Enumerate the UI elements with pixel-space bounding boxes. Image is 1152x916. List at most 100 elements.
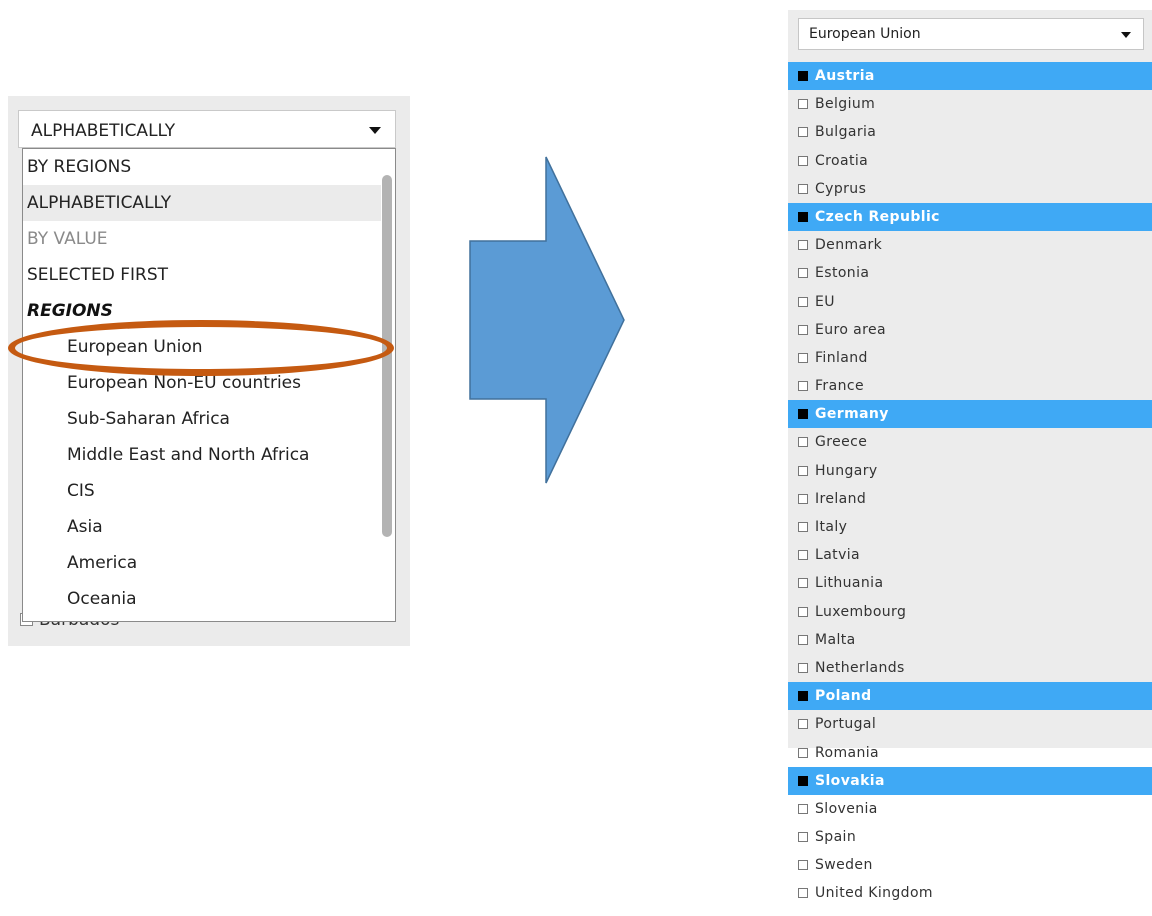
dropdown-option[interactable]: America: [23, 545, 381, 581]
country-item[interactable]: Euro area: [788, 316, 1152, 344]
country-label: Bulgaria: [815, 124, 877, 141]
dropdown-group-header: REGIONS: [27, 301, 113, 321]
dropdown-option[interactable]: SELECTED FIRST: [23, 257, 381, 293]
country-label: Cyprus: [815, 180, 867, 197]
checkbox-icon[interactable]: [798, 634, 808, 645]
country-item[interactable]: Slovakia: [788, 766, 1152, 795]
dropdown-option[interactable]: BY REGIONS: [23, 149, 381, 185]
dropdown-scrollbar[interactable]: [381, 149, 395, 621]
dropdown-option[interactable]: CIS: [23, 473, 381, 509]
dropdown-option[interactable]: ALPHABETICALLY: [23, 185, 381, 221]
country-list: Austria Belgium Bulgaria Croatia Cyprus Czech…: [788, 62, 1152, 908]
checkbox-icon[interactable]: [798, 437, 808, 448]
country-item[interactable]: Lithuania: [788, 569, 1152, 597]
country-item[interactable]: Poland: [788, 682, 1152, 711]
country-label: Spain: [815, 829, 857, 846]
checkbox-icon[interactable]: [798, 606, 808, 617]
sort-mode-value: ALPHABETICALLY: [31, 121, 176, 141]
dropdown-option[interactable]: Sub-Saharan Africa: [23, 401, 381, 437]
checkbox-icon[interactable]: [798, 522, 808, 532]
dropdown-option[interactable]: European Non-EU countries: [23, 365, 381, 401]
checkbox-icon[interactable]: [798, 578, 808, 589]
dropdown-option[interactable]: BY VALUE: [23, 221, 381, 257]
checkbox-icon[interactable]: [798, 747, 808, 758]
country-label: EU: [815, 293, 835, 310]
country-label: Hungary: [815, 462, 878, 479]
country-item[interactable]: Slovenia: [788, 795, 1152, 823]
sort-mode-select[interactable]: ALPHABETICALLY: [18, 110, 396, 148]
country-label: Romania: [815, 744, 880, 761]
country-item[interactable]: United Kingdom: [788, 879, 1152, 907]
country-item[interactable]: Latvia: [788, 541, 1152, 569]
checkbox-icon[interactable]: [798, 550, 808, 561]
country-item[interactable]: Portugal: [788, 710, 1152, 738]
country-label: Austria: [815, 68, 875, 84]
checkbox-checked-icon[interactable]: [798, 691, 808, 702]
country-item[interactable]: Germany: [788, 400, 1152, 429]
country-item[interactable]: Czech Republic: [788, 202, 1152, 232]
scrollbar-thumb[interactable]: [382, 175, 392, 537]
country-label: Denmark: [815, 237, 883, 254]
dropdown-option[interactable]: Middle East and North Africa: [23, 437, 381, 473]
country-label: Luxembourg: [815, 603, 907, 620]
checkbox-checked-icon[interactable]: [798, 211, 808, 222]
checkbox-icon[interactable]: [798, 662, 808, 673]
checkbox-icon[interactable]: [798, 465, 808, 476]
country-label: Poland: [815, 688, 872, 705]
country-label: Germany: [815, 406, 889, 423]
country-item[interactable]: Hungary: [788, 457, 1152, 485]
region-select[interactable]: European Union: [798, 18, 1144, 50]
country-item[interactable]: Austria: [788, 62, 1152, 91]
country-item[interactable]: Belgium: [788, 90, 1152, 118]
country-label: Malta: [815, 631, 856, 648]
country-label: Croatia: [815, 152, 869, 169]
checkbox-icon[interactable]: [798, 324, 808, 335]
country-item[interactable]: Finland: [788, 344, 1152, 372]
checkbox-checked-icon[interactable]: [798, 71, 808, 81]
dropdown-option[interactable]: European Union: [23, 329, 381, 365]
checkbox-checked-icon[interactable]: [798, 775, 808, 786]
country-item[interactable]: Malta: [788, 626, 1152, 654]
country-item[interactable]: Sweden: [788, 851, 1152, 879]
checkbox-icon[interactable]: [798, 240, 808, 251]
country-label: Lithuania: [815, 575, 884, 592]
checkbox-checked-icon[interactable]: [798, 409, 808, 420]
dropdown-option[interactable]: Oceania: [23, 581, 381, 617]
country-item[interactable]: France: [788, 372, 1152, 400]
country-item[interactable]: Netherlands: [788, 654, 1152, 682]
country-item[interactable]: Spain: [788, 823, 1152, 851]
checkbox-icon[interactable]: [798, 127, 808, 138]
country-item[interactable]: Cyprus: [788, 175, 1152, 203]
country-item[interactable]: Bulgaria: [788, 118, 1152, 146]
checkbox-icon[interactable]: [798, 493, 808, 504]
country-item[interactable]: Denmark: [788, 231, 1152, 259]
checkbox-icon[interactable]: [798, 860, 808, 871]
country-item[interactable]: Luxembourg: [788, 598, 1152, 626]
country-item[interactable]: Estonia: [788, 259, 1152, 287]
checkbox-icon[interactable]: [798, 155, 808, 166]
country-item[interactable]: Italy: [788, 513, 1152, 541]
country-label: Czech Republic: [815, 208, 940, 225]
checkbox-icon[interactable]: [798, 352, 808, 363]
country-label: France: [815, 378, 864, 395]
country-label: Estonia: [815, 265, 870, 282]
country-item[interactable]: Croatia: [788, 147, 1152, 175]
checkbox-icon[interactable]: [798, 381, 808, 392]
country-item[interactable]: EU: [788, 288, 1152, 316]
checkbox-icon[interactable]: [798, 719, 808, 730]
country-label: Euro area: [815, 321, 887, 338]
country-item[interactable]: Greece: [788, 428, 1152, 456]
checkbox-icon[interactable]: [798, 803, 808, 814]
chevron-down-icon[interactable]: [1121, 32, 1131, 38]
checkbox-icon[interactable]: [798, 832, 808, 843]
checkbox-icon[interactable]: [798, 268, 808, 279]
checkbox-icon[interactable]: [798, 296, 808, 307]
checkbox-icon[interactable]: [798, 183, 808, 194]
checkbox-icon[interactable]: [798, 888, 808, 899]
country-label: Italy: [815, 519, 848, 535]
checkbox-icon[interactable]: [798, 99, 808, 110]
country-item[interactable]: Romania: [788, 739, 1152, 767]
dropdown-option[interactable]: Asia: [23, 509, 381, 545]
country-item[interactable]: Ireland: [788, 485, 1152, 513]
chevron-down-icon[interactable]: [369, 127, 381, 134]
